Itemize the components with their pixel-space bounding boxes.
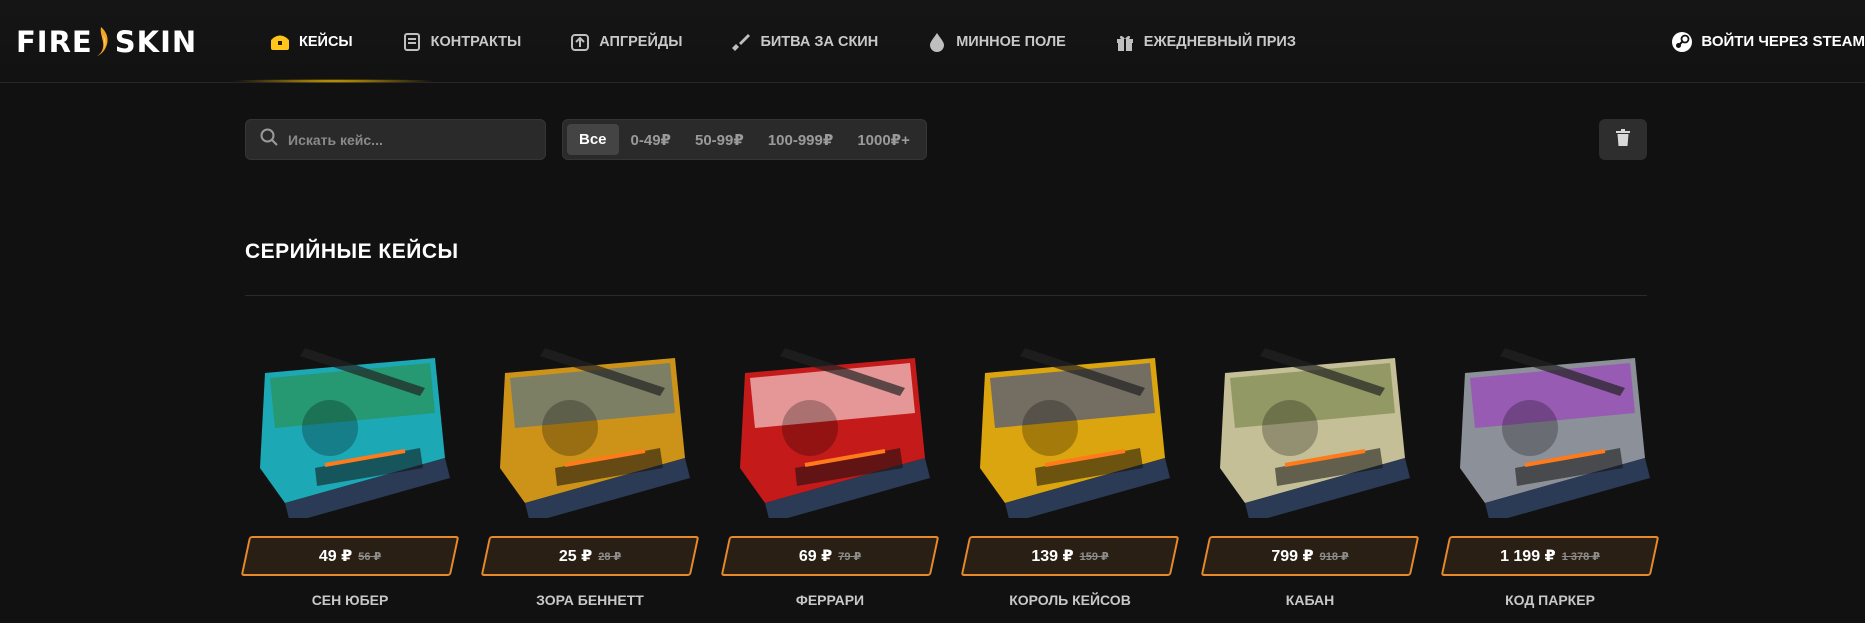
contract-icon [402, 32, 422, 52]
case-old-price: 918 ₽ [1319, 550, 1349, 563]
case-old-price: 159 ₽ [1079, 550, 1109, 563]
steam-icon [1671, 31, 1693, 53]
case-image [1205, 318, 1415, 523]
nav-item-label: КОНТРАКТЫ [430, 33, 522, 50]
nav-item-upgrades[interactable]: АПГРЕЙДЫ [570, 0, 706, 83]
case-price: 1 199 ₽ [1500, 548, 1556, 565]
price-tag: 69 ₽ 79 ₽ [720, 536, 940, 576]
section-divider [245, 295, 1647, 296]
gift-icon [1115, 32, 1135, 52]
price-filter-50-99[interactable]: 50-99₽ [683, 124, 756, 155]
search-input[interactable] [288, 131, 528, 148]
case-image [965, 318, 1175, 523]
trash-icon [1616, 128, 1630, 151]
nav-item-daily-prize[interactable]: ЕЖЕДНЕВНЫЙ ПРИЗ [1115, 0, 1320, 83]
price-filter-0-49[interactable]: 0-49₽ [619, 124, 683, 155]
mine-icon [927, 32, 947, 52]
nav-item-contracts[interactable]: КОНТРАКТЫ [402, 0, 546, 83]
price-tag-text: 1 199 ₽ 1 378 ₽ [1445, 536, 1655, 576]
case-card[interactable]: 1 199 ₽ 1 378 ₽ КОД ПАРКЕР [1440, 318, 1660, 623]
case-card[interactable]: 69 ₽ 79 ₽ ФЕРРАРИ [720, 318, 940, 623]
nav-item-label: АПГРЕЙДЫ [599, 33, 683, 50]
clear-filters-button[interactable] [1599, 119, 1647, 160]
case-price: 69 ₽ [798, 548, 833, 565]
case-old-price: 28 ₽ [598, 550, 622, 563]
case-name: ЗОРА БЕННЕТТ [536, 592, 644, 608]
nav-item-label: КЕЙСЫ [299, 33, 353, 50]
case-image [245, 318, 455, 523]
search-icon [260, 128, 278, 151]
case-name: ФЕРРАРИ [795, 592, 865, 608]
case-image [1445, 318, 1655, 523]
sword-icon [731, 32, 751, 52]
nav-item-label: БИТВА ЗА СКИН [760, 33, 879, 50]
search-box[interactable] [245, 119, 546, 160]
case-name: КОРОЛЬ КЕЙСОВ [1009, 592, 1131, 608]
price-tag: 49 ₽ 56 ₽ [240, 536, 460, 576]
case-price: 25 ₽ [558, 548, 593, 565]
price-tag-text: 139 ₽ 159 ₽ [965, 536, 1175, 576]
case-card[interactable]: 139 ₽ 159 ₽ КОРОЛЬ КЕЙСОВ [960, 318, 1180, 623]
case-image [725, 318, 935, 523]
price-tag-text: 25 ₽ 28 ₽ [485, 536, 695, 576]
steam-login-label: ВОЙТИ ЧЕРЕЗ STEAM [1701, 33, 1865, 50]
price-tag: 1 199 ₽ 1 378 ₽ [1440, 536, 1660, 576]
case-old-price: 79 ₽ [838, 550, 862, 563]
case-name: КОД ПАРКЕР [1505, 592, 1595, 608]
top-header: FIRE SKIN КЕЙСЫ КОНТРАКТЫ АПГРЕЙДЫ БИТВА… [0, 0, 1865, 83]
case-name: СЕН ЮБЕР [311, 592, 389, 608]
upgrade-icon [570, 32, 590, 52]
price-filter-all[interactable]: Все [567, 124, 619, 155]
price-tag: 139 ₽ 159 ₽ [960, 536, 1180, 576]
case-price: 49 ₽ [318, 548, 353, 565]
case-name: КАБАН [1285, 592, 1335, 608]
price-tag-text: 69 ₽ 79 ₽ [725, 536, 935, 576]
flame-icon [95, 25, 113, 59]
logo-text-left: FIRE [16, 25, 93, 59]
case-card[interactable]: 799 ₽ 918 ₽ КАБАН [1200, 318, 1420, 623]
main-nav: КЕЙСЫ КОНТРАКТЫ АПГРЕЙДЫ БИТВА ЗА СКИН М… [230, 0, 1345, 83]
nav-item-label: ЕЖЕДНЕВНЫЙ ПРИЗ [1143, 33, 1296, 50]
nav-item-label: МИННОЕ ПОЛЕ [956, 33, 1066, 50]
nav-item-minefield[interactable]: МИННОЕ ПОЛЕ [927, 0, 1090, 83]
case-price: 799 ₽ [1271, 548, 1314, 565]
logo-text-right: SKIN [114, 25, 198, 59]
price-tag: 25 ₽ 28 ₽ [480, 536, 700, 576]
case-card[interactable]: 25 ₽ 28 ₽ ЗОРА БЕННЕТТ [480, 318, 700, 623]
price-tag: 799 ₽ 918 ₽ [1200, 536, 1420, 576]
section-title: СЕРИЙНЫЕ КЕЙСЫ [245, 240, 459, 263]
case-image [485, 318, 695, 523]
case-card[interactable]: 49 ₽ 56 ₽ СЕН ЮБЕР [240, 318, 460, 623]
case-old-price: 56 ₽ [358, 550, 382, 563]
price-tag-text: 49 ₽ 56 ₽ [245, 536, 455, 576]
chest-icon [270, 32, 290, 52]
site-logo[interactable]: FIRE SKIN [16, 22, 197, 62]
price-filter: Все 0-49₽ 50-99₽ 100-999₽ 1000₽+ [562, 119, 927, 160]
case-old-price: 1 378 ₽ [1561, 550, 1600, 563]
price-filter-100-999[interactable]: 100-999₽ [756, 124, 846, 155]
nav-item-cases[interactable]: КЕЙСЫ [230, 0, 437, 83]
case-price: 139 ₽ [1031, 548, 1074, 565]
nav-item-skin-battle[interactable]: БИТВА ЗА СКИН [731, 0, 902, 83]
price-tag-text: 799 ₽ 918 ₽ [1205, 536, 1415, 576]
price-filter-1000-plus[interactable]: 1000₽+ [845, 124, 922, 155]
steam-login-button[interactable]: ВОЙТИ ЧЕРЕЗ STEAM [1671, 0, 1865, 83]
